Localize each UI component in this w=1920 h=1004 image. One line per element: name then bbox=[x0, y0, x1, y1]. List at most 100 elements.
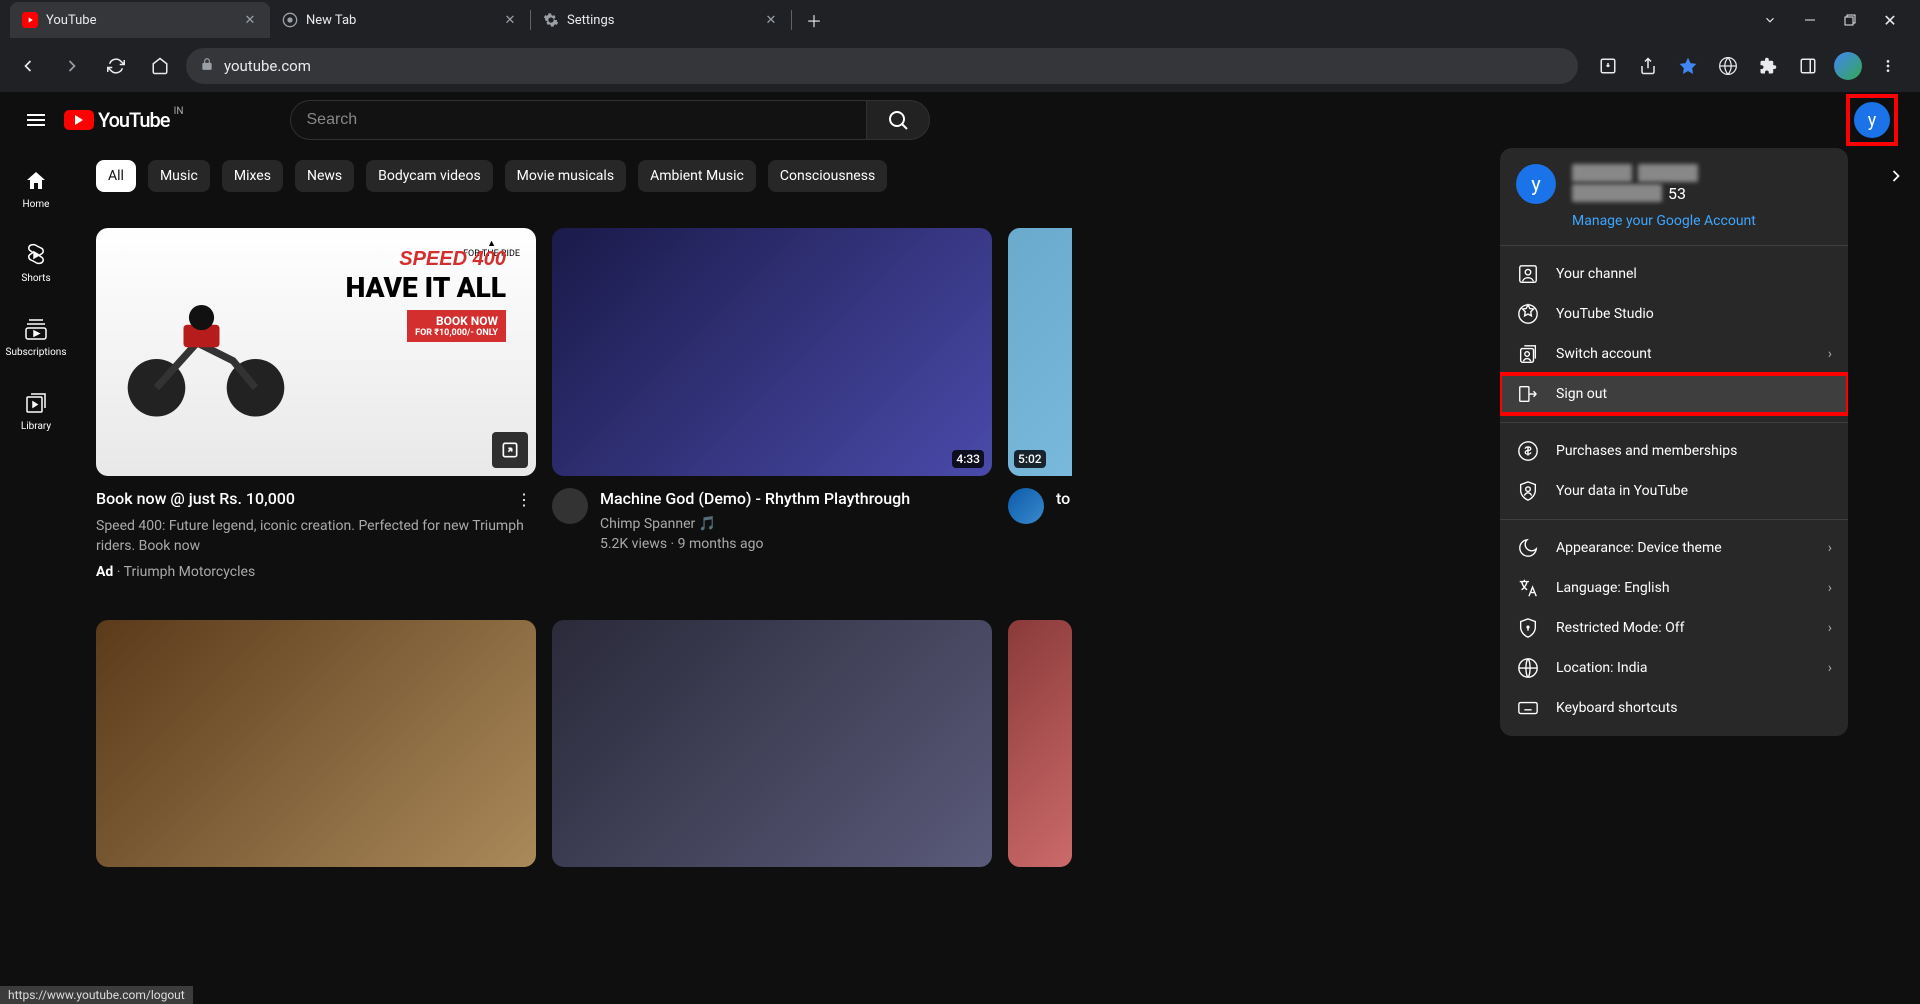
video-options-button[interactable]: ⋮ bbox=[512, 488, 536, 512]
sidebar-label: Shorts bbox=[21, 273, 50, 284]
chips-scroll-right[interactable] bbox=[1876, 160, 1916, 192]
close-icon[interactable]: ✕ bbox=[763, 12, 779, 28]
sign-out-icon bbox=[1516, 382, 1540, 406]
ad-title: Book now @ just Rs. 10,000 bbox=[96, 488, 295, 510]
shorts-icon bbox=[24, 243, 48, 267]
gear-favicon-icon bbox=[543, 12, 559, 28]
chip-music[interactable]: Music bbox=[148, 160, 210, 192]
chip-moviemusicals[interactable]: Movie musicals bbox=[505, 160, 626, 192]
close-window-icon[interactable]: ✕ bbox=[1880, 10, 1900, 30]
chip-consciousness[interactable]: Consciousness bbox=[768, 160, 887, 192]
dollar-icon bbox=[1516, 439, 1540, 463]
tab-search-icon[interactable] bbox=[1760, 10, 1780, 30]
chrome-menu-icon[interactable] bbox=[1874, 52, 1902, 80]
menu-item-appearance[interactable]: Appearance: Device theme › bbox=[1500, 528, 1848, 568]
menu-item-keyboard-shortcuts[interactable]: Keyboard shortcuts bbox=[1500, 688, 1848, 728]
ad-card[interactable]: ▲FOR THE RIDE SPEED 400 HAVE IT ALL BOOK… bbox=[96, 228, 536, 580]
menu-item-restricted-mode[interactable]: Restricted Mode: Off › bbox=[1500, 608, 1848, 648]
menu-label: Appearance: Device theme bbox=[1556, 540, 1722, 556]
account-name-redacted bbox=[1572, 164, 1756, 182]
search-button[interactable] bbox=[866, 100, 930, 140]
account-avatar-button[interactable]: y bbox=[1854, 102, 1890, 138]
sidebar-item-shorts[interactable]: Shorts bbox=[0, 226, 72, 300]
channel-avatar[interactable] bbox=[552, 488, 588, 524]
address-bar: youtube.com bbox=[0, 40, 1920, 92]
search-icon bbox=[886, 108, 910, 132]
globe-icon bbox=[1516, 656, 1540, 680]
tab-newtab[interactable]: New Tab ✕ bbox=[270, 2, 530, 38]
chip-mixes[interactable]: Mixes bbox=[222, 160, 283, 192]
menu-item-purchases[interactable]: Purchases and memberships bbox=[1500, 431, 1848, 471]
menu-item-location[interactable]: Location: India › bbox=[1500, 648, 1848, 688]
ad-thumbnail[interactable]: ▲FOR THE RIDE SPEED 400 HAVE IT ALL BOOK… bbox=[96, 228, 536, 476]
close-icon[interactable]: ✕ bbox=[502, 12, 518, 28]
chip-ambient[interactable]: Ambient Music bbox=[638, 160, 756, 192]
video-card-partial[interactable]: 5:02 to bbox=[1008, 228, 1072, 580]
forward-button[interactable] bbox=[54, 48, 90, 84]
browser-chrome: YouTube ✕ New Tab ✕ Settings ✕ ＋ ✕ y bbox=[0, 0, 1920, 92]
video-views: 5.2K views bbox=[600, 536, 667, 552]
video-thumbnail[interactable]: 4:33 bbox=[552, 228, 992, 476]
external-link-icon[interactable] bbox=[492, 432, 528, 468]
chip-all[interactable]: All bbox=[96, 160, 136, 192]
manage-google-account-link[interactable]: Manage your Google Account bbox=[1572, 213, 1756, 229]
menu-toggle-button[interactable] bbox=[16, 100, 56, 140]
share-icon[interactable] bbox=[1634, 52, 1662, 80]
sidebar-item-library[interactable]: Library bbox=[0, 374, 72, 448]
profile-avatar[interactable] bbox=[1834, 52, 1862, 80]
sidebar-label: Subscriptions bbox=[6, 347, 67, 358]
youtube-logo[interactable]: YouTube IN bbox=[64, 108, 170, 132]
youtube-logo-text: YouTube bbox=[98, 108, 170, 132]
menu-label: Your channel bbox=[1556, 266, 1637, 282]
channel-name[interactable]: Chimp Spanner bbox=[600, 516, 695, 532]
tab-settings[interactable]: Settings ✕ bbox=[531, 2, 791, 38]
shield-person-icon bbox=[1516, 479, 1540, 503]
search-box[interactable] bbox=[290, 100, 866, 140]
chip-bodycam[interactable]: Bodycam videos bbox=[366, 160, 493, 192]
close-icon[interactable]: ✕ bbox=[242, 12, 258, 28]
sidebar-label: Library bbox=[21, 421, 51, 432]
sidebar-item-subscriptions[interactable]: Subscriptions bbox=[0, 300, 72, 374]
menu-label: Purchases and memberships bbox=[1556, 443, 1737, 459]
translate-icon bbox=[1516, 576, 1540, 600]
minimize-icon[interactable] bbox=[1800, 10, 1820, 30]
home-button[interactable] bbox=[142, 48, 178, 84]
switch-account-icon bbox=[1516, 342, 1540, 366]
search-input[interactable] bbox=[307, 111, 850, 129]
install-app-icon[interactable] bbox=[1594, 52, 1622, 80]
video-thumbnail[interactable]: 5:02 bbox=[1008, 228, 1072, 476]
menu-item-youtube-studio[interactable]: YouTube Studio bbox=[1500, 294, 1848, 334]
chevron-right-icon: › bbox=[1828, 346, 1832, 362]
chevron-right-icon bbox=[1886, 166, 1906, 186]
video-thumbnail[interactable] bbox=[552, 620, 992, 868]
url-text: youtube.com bbox=[224, 57, 311, 75]
channel-avatar[interactable] bbox=[1008, 488, 1044, 524]
menu-item-your-data[interactable]: Your data in YouTube bbox=[1500, 471, 1848, 511]
reload-button[interactable] bbox=[98, 48, 134, 84]
back-button[interactable] bbox=[10, 48, 46, 84]
tab-separator bbox=[791, 10, 792, 30]
new-tab-button[interactable]: ＋ bbox=[800, 6, 828, 34]
menu-item-switch-account[interactable]: Switch account › bbox=[1500, 334, 1848, 374]
chip-news[interactable]: News bbox=[295, 160, 354, 192]
sidepanel-icon[interactable] bbox=[1794, 52, 1822, 80]
globe-icon[interactable] bbox=[1714, 52, 1742, 80]
video-card[interactable]: 4:33 Machine God (Demo) - Rhythm Playthr… bbox=[552, 228, 992, 580]
subscriptions-icon bbox=[24, 317, 48, 341]
menu-item-your-channel[interactable]: Your channel bbox=[1500, 254, 1848, 294]
menu-item-language[interactable]: Language: English › bbox=[1500, 568, 1848, 608]
account-header: y 53 Manage your Google Account bbox=[1500, 148, 1848, 245]
extensions-icon[interactable] bbox=[1754, 52, 1782, 80]
video-thumbnail[interactable] bbox=[96, 620, 536, 868]
chevron-right-icon: › bbox=[1828, 540, 1832, 556]
video-age: 9 months ago bbox=[678, 536, 764, 552]
bookmark-star-icon[interactable] bbox=[1674, 52, 1702, 80]
maximize-icon[interactable] bbox=[1840, 10, 1860, 30]
tab-youtube[interactable]: YouTube ✕ bbox=[10, 2, 270, 38]
account-email-row: 53 bbox=[1572, 184, 1756, 203]
sidebar-item-home[interactable]: Home bbox=[0, 152, 72, 226]
menu-item-sign-out[interactable]: Sign out bbox=[1500, 374, 1848, 414]
url-input[interactable]: youtube.com bbox=[186, 48, 1578, 84]
video-thumbnail[interactable] bbox=[1008, 620, 1072, 868]
menu-label: YouTube Studio bbox=[1556, 306, 1654, 322]
